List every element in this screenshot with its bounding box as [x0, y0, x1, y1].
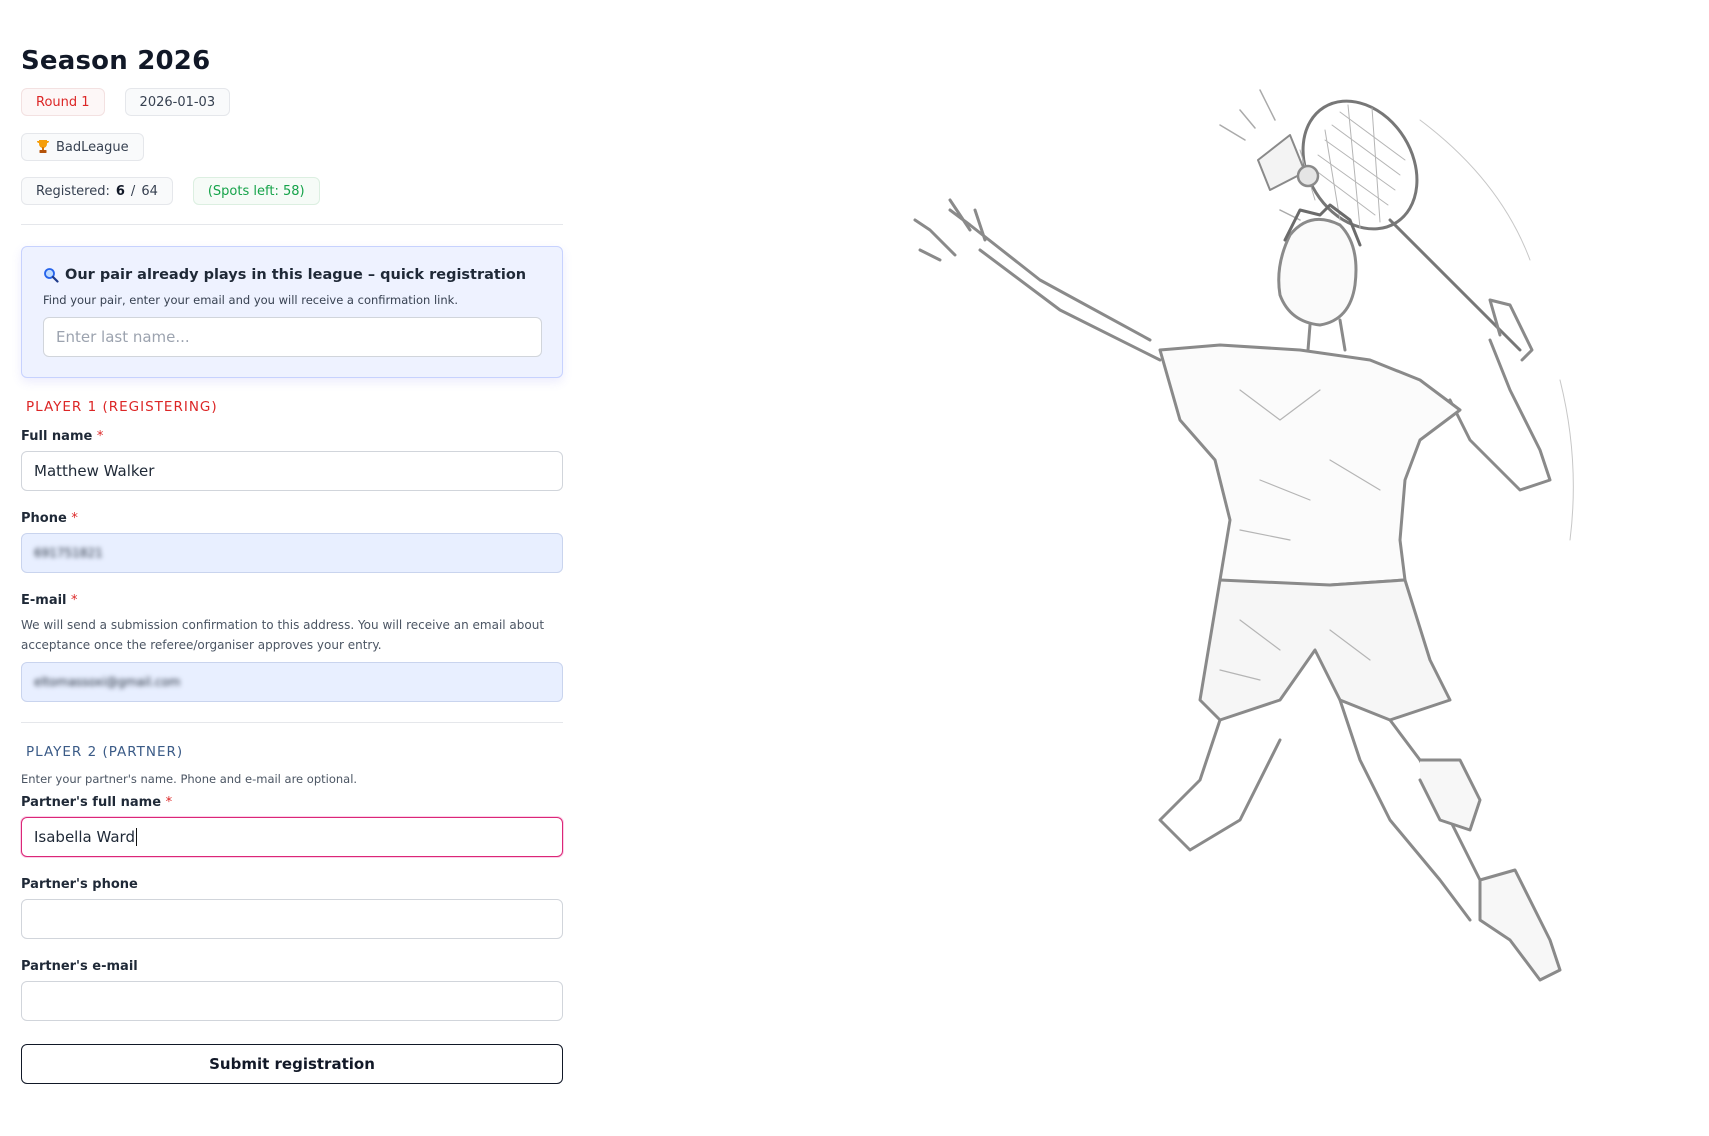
partner-name-label: Partner's full name * [21, 795, 563, 810]
phone-field[interactable]: 691751821 [21, 533, 563, 573]
player1-heading: PLAYER 1 (REGISTERING) [26, 399, 218, 415]
league-badge: BadLeague [21, 133, 144, 161]
partner-name-field[interactable]: Isabella Ward [21, 817, 563, 857]
registered-total: 64 [141, 183, 158, 199]
required-mark: * [71, 593, 78, 608]
league-meta: BadLeague [21, 133, 563, 161]
email-field[interactable]: eltomassoxi@gmail.com [21, 662, 563, 702]
partner-name-value: Isabella Ward [34, 828, 135, 846]
magnifier-icon [43, 267, 59, 283]
email-label-text: E-mail [21, 593, 67, 608]
partner-name-label-text: Partner's full name [21, 795, 162, 810]
page-title: Season 2026 [21, 46, 211, 76]
registered-separator: / [130, 183, 136, 199]
player2-heading: PLAYER 2 (PARTNER) [26, 744, 184, 760]
email-label: E-mail * [21, 593, 563, 608]
quick-registration-title: Our pair already plays in this league – … [43, 267, 542, 283]
full-name-label: Full name * [21, 429, 563, 444]
submit-registration-button[interactable]: Submit registration [21, 1044, 563, 1084]
badminton-player-illustration [860, 60, 1680, 1110]
trophy-icon [36, 139, 50, 155]
email-value: eltomassoxi@gmail.com [34, 675, 181, 689]
full-name-label-text: Full name [21, 429, 93, 444]
partner-phone-label: Partner's phone [21, 877, 138, 892]
registered-count-badge: Registered: 6 / 64 [21, 177, 173, 205]
phone-label: Phone * [21, 511, 563, 526]
registration-panel: Season 2026 Round 1 2026-01-03 BadLeague… [21, 40, 563, 1084]
partner-email-label: Partner's e-mail [21, 959, 138, 974]
registered-count: 6 [115, 183, 125, 199]
text-caret [135, 828, 137, 846]
phone-value: 691751821 [34, 546, 103, 560]
partner-phone-field[interactable] [21, 899, 563, 939]
season-meta: Round 1 2026-01-03 [21, 88, 563, 116]
divider [21, 224, 563, 225]
required-mark: * [96, 429, 104, 444]
required-mark: * [71, 511, 78, 526]
spots-left-badge: (Spots left: 58) [192, 177, 320, 205]
full-name-field[interactable]: Matthew Walker [21, 451, 563, 491]
date-badge: 2026-01-03 [124, 88, 231, 116]
email-help-text: We will send a submission confirmation t… [21, 618, 545, 652]
divider [21, 722, 563, 723]
capacity-meta: Registered: 6 / 64 (Spots left: 58) [21, 177, 563, 205]
last-name-search-input[interactable]: Enter last name... [43, 317, 542, 357]
league-name: BadLeague [56, 139, 129, 155]
partner-email-field[interactable] [21, 981, 563, 1021]
round-badge: Round 1 [21, 88, 105, 116]
phone-label-text: Phone [21, 511, 67, 526]
quick-registration-card: Our pair already plays in this league – … [21, 246, 563, 378]
quick-registration-subtitle: Find your pair, enter your email and you… [43, 293, 458, 307]
registered-label: Registered: [36, 183, 110, 199]
quick-registration-title-text: Our pair already plays in this league – … [65, 267, 527, 283]
required-mark: * [165, 795, 173, 810]
player2-help-text: Enter your partner's name. Phone and e-m… [21, 772, 358, 786]
